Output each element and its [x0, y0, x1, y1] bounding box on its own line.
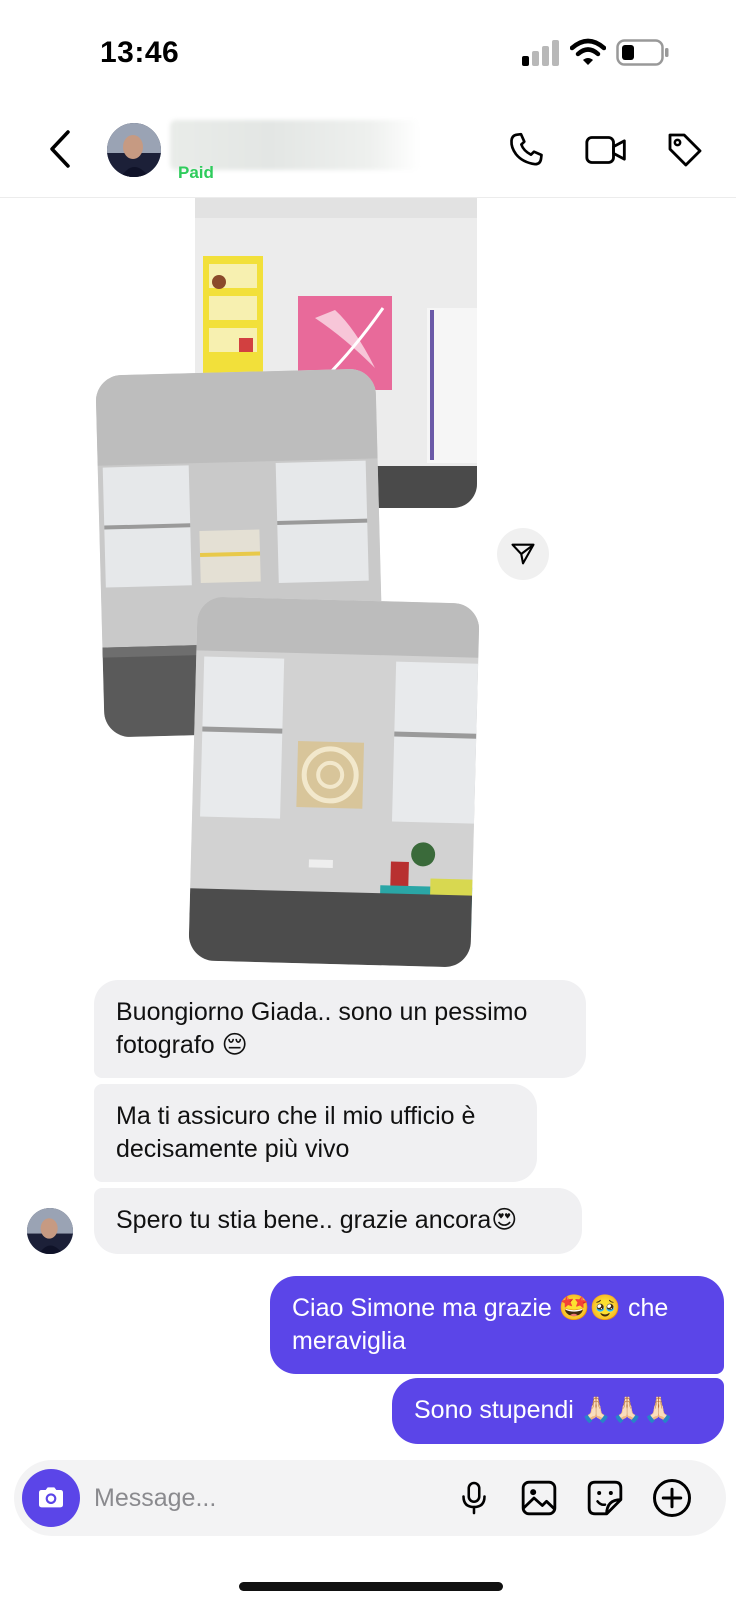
- tag-icon: [668, 133, 702, 167]
- sent-message[interactable]: Sono stupendi 🙏🏻🙏🏻🙏🏻: [392, 1378, 724, 1444]
- battery-icon: [616, 39, 669, 66]
- received-message[interactable]: Buongiorno Giada.. sono un pessimo fotog…: [94, 980, 586, 1078]
- send-icon: [511, 543, 535, 565]
- status-time: 13:46: [100, 36, 180, 69]
- back-button[interactable]: [38, 126, 82, 172]
- back-icon: [50, 130, 70, 168]
- gallery-button[interactable]: [517, 1476, 561, 1520]
- contact-avatar[interactable]: [107, 123, 161, 177]
- voice-message-button[interactable]: [452, 1476, 496, 1520]
- microphone-icon: [462, 1481, 486, 1515]
- sticker-button[interactable]: [583, 1476, 627, 1520]
- home-indicator: [239, 1582, 503, 1591]
- share-button[interactable]: [497, 528, 549, 580]
- video-camera-icon: [585, 136, 626, 164]
- status-bar: 13:46: [0, 0, 736, 100]
- sticker-icon: [587, 1480, 623, 1516]
- contact-status: Paid: [178, 163, 214, 178]
- video-call-button[interactable]: [582, 126, 630, 174]
- phone-icon: [510, 132, 543, 166]
- cellular-signal-icon: [522, 40, 559, 66]
- plus-circle-icon: [653, 1479, 691, 1517]
- avatar-photo: [27, 1208, 73, 1254]
- camera-icon: [39, 1487, 63, 1508]
- more-options-button[interactable]: [650, 1476, 694, 1520]
- shared-photo-3[interactable]: [188, 596, 480, 968]
- message-input[interactable]: [94, 1478, 434, 1518]
- tag-button[interactable]: [661, 126, 709, 174]
- sender-avatar[interactable]: [27, 1208, 73, 1254]
- received-message[interactable]: Spero tu stia bene.. grazie ancora😍: [94, 1188, 582, 1254]
- sent-message[interactable]: Ciao Simone ma grazie 🤩🥹 che meraviglia: [270, 1276, 724, 1374]
- office-photo-gold-painting: [188, 596, 480, 968]
- wifi-icon: [570, 38, 606, 65]
- camera-button[interactable]: [22, 1469, 80, 1527]
- message-composer: [14, 1460, 726, 1536]
- image-icon: [521, 1480, 557, 1516]
- received-message[interactable]: Ma ti assicuro che il mio ufficio è deci…: [94, 1084, 537, 1182]
- voice-call-button[interactable]: [502, 126, 550, 174]
- avatar-photo: [107, 123, 161, 177]
- chat-header: Paid: [0, 100, 736, 198]
